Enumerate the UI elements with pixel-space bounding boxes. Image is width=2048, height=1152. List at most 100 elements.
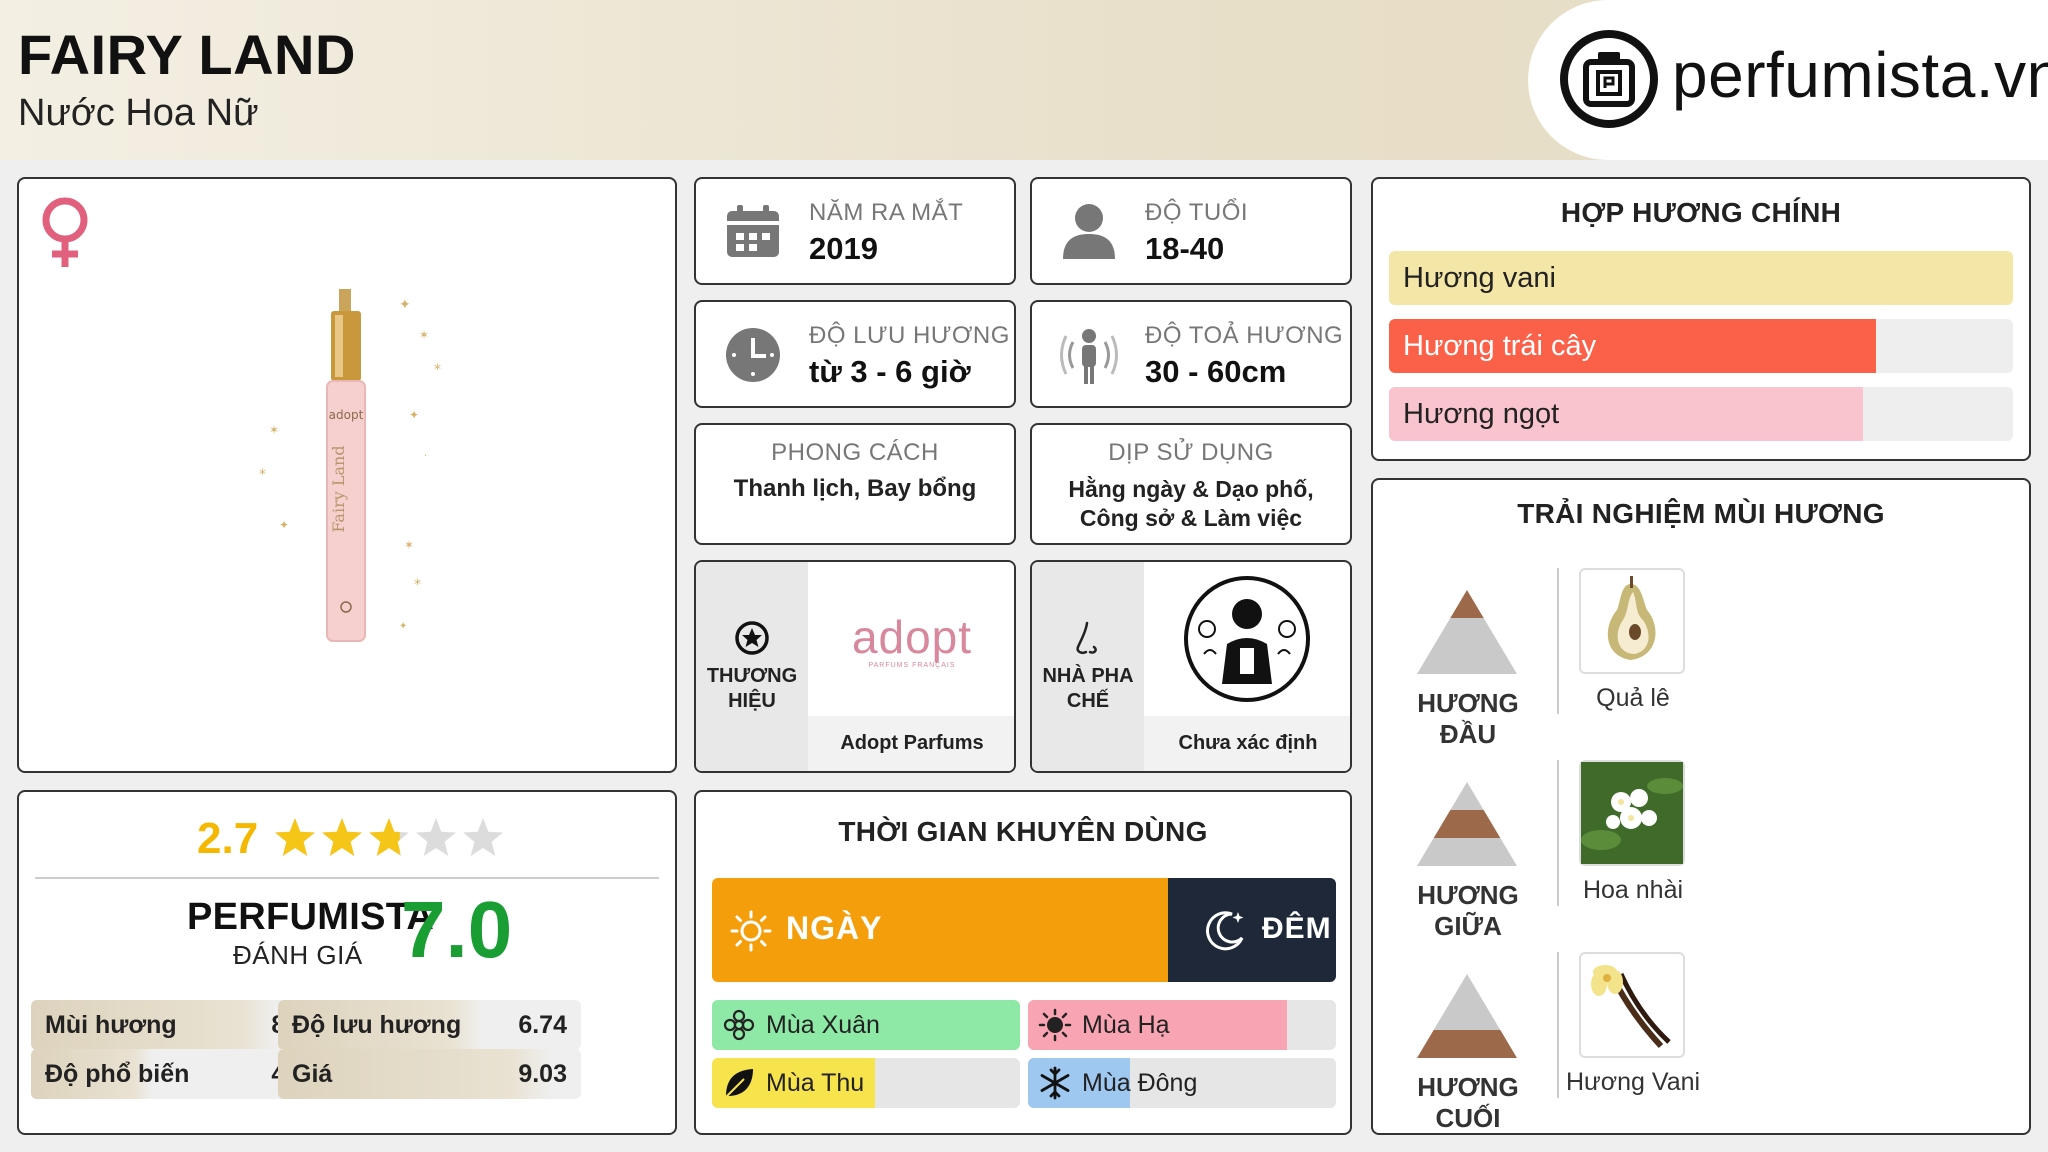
perfumista-score: 7.0 <box>401 885 513 974</box>
night-label: ĐÊM <box>1262 912 1332 945</box>
svg-text:*: * <box>259 467 266 483</box>
release-year-label: NĂM RA MẮT <box>809 199 964 226</box>
evaluate-label: ĐÁNH GIÁ <box>233 940 363 970</box>
longevity-value: từ 3 - 6 giờ <box>809 354 971 389</box>
accord-bar: Hương vani <box>1389 251 2013 305</box>
metric-value: 9.03 <box>518 1059 567 1088</box>
note-tier-label: HƯƠNG CUỐI <box>1417 1072 1519 1133</box>
perfume-bottle-logo-icon <box>1560 30 1658 128</box>
rating-card: 2.7 PERFUMISTA ĐÁNH GIÁ 7.0 Mùi hương8.1… <box>17 790 677 1135</box>
season-bar: Mùa Hạ <box>1028 1000 1336 1050</box>
star-badge-icon <box>735 621 769 655</box>
metric-label: Giá <box>292 1059 333 1088</box>
metric-bar: Độ lưu hương 6.74 <box>278 1000 581 1050</box>
vanilla-icon <box>1579 952 1685 1058</box>
metric-bar: Giá 9.03 <box>278 1049 581 1099</box>
season-bar: Mùa Đông <box>1028 1058 1336 1108</box>
style-tile: PHONG CÁCH Thanh lịch, Bay bổng <box>694 423 1016 545</box>
main-accords-title: HỢP HƯƠNG CHÍNH <box>1560 197 1842 228</box>
accord-label: Hương vani <box>1403 261 1556 294</box>
pear-icon <box>1579 568 1685 674</box>
clock-icon <box>726 328 780 382</box>
svg-text:✶: ✶ <box>269 423 279 437</box>
perfumista-label: PERFUMISTA <box>187 896 435 938</box>
star-empty-icon <box>463 818 503 856</box>
moon-icon <box>1206 911 1244 951</box>
note-name: Hương Vani <box>1565 1068 1701 1096</box>
age-value: 18-40 <box>1145 231 1225 266</box>
svg-text:·: · <box>424 451 427 462</box>
longevity-label: ĐỘ LƯU HƯƠNG <box>809 322 1010 349</box>
release-year-value: 2019 <box>809 231 878 266</box>
perfumer-tile[interactable]: NHÀ PHA CHẾ Chưa xác định <box>1030 560 1352 773</box>
notes-card: TRẢI NGHIỆM MÙI HƯƠNG HƯƠNG ĐẦU Quả lê HƯƠ… <box>1371 478 2031 1135</box>
leaf-icon <box>722 1066 756 1100</box>
female-symbol-icon <box>42 197 88 267</box>
longevity-tile: ĐỘ LƯU HƯƠNG từ 3 - 6 giờ <box>694 300 1016 408</box>
perfume-bottle-image: ✦ ✶ * ✦ · ✶ * ✦ ✶ * ✦ adopt Fairy Land <box>259 289 441 642</box>
svg-text:Fairy Land: Fairy Land <box>329 445 348 532</box>
brand-logo-subtext: PARFUMS FRANÇAIS <box>868 662 956 669</box>
accord-label: Hương trái cây <box>1403 329 1597 362</box>
season-label: Mùa Hạ <box>1082 1010 1170 1039</box>
note-name: Hoa nhài <box>1582 876 1684 904</box>
main-accords-card: HỢP HƯƠNG CHÍNH Hương vani Hương trái cây… <box>1371 177 2031 461</box>
season-label: Mùa Thu <box>766 1068 865 1097</box>
accord-label: Hương ngọt <box>1403 397 1560 430</box>
flower-icon <box>722 1008 756 1042</box>
svg-text:*: * <box>414 577 421 593</box>
day-label: NGÀY <box>786 910 883 946</box>
page-title: FAIRY LAND <box>18 23 356 86</box>
sillage-value: 30 - 60cm <box>1145 354 1287 389</box>
svg-text:✶: ✶ <box>404 538 414 552</box>
night-segment: ĐÊM <box>1168 878 1336 982</box>
note-pyramid-icon <box>1417 974 1517 1058</box>
perfumer-label: NHÀ PHA CHẾ <box>1042 665 1134 712</box>
perfumer-value: Chưa xác định <box>1178 732 1318 754</box>
logo-text: perfumista.vn <box>1672 39 2048 111</box>
occasion-value: Hằng ngày & Dạo phố, Công sở & Làm việc <box>1068 476 1314 531</box>
brand-value: Adopt Parfums <box>840 732 984 754</box>
note-tier-label: HƯƠNG GIỮA <box>1417 880 1519 941</box>
season-bar: Mùa Thu <box>712 1058 1020 1108</box>
sillage-label: ĐỘ TOẢ HƯƠNG <box>1145 322 1344 349</box>
time-of-use-card: THỜI GIAN KHUYÊN DÙNG NGÀY ĐÊM Mùa Xuân M… <box>694 790 1352 1135</box>
svg-text:adopt: adopt <box>329 408 364 422</box>
rating-divider <box>35 877 659 879</box>
nose-icon <box>1076 621 1097 655</box>
season-bar: Mùa Xuân <box>712 1000 1020 1050</box>
sillage-person-icon <box>1060 329 1118 384</box>
svg-text:✶: ✶ <box>419 328 429 342</box>
sillage-tile: ĐỘ TOẢ HƯƠNG 30 - 60cm <box>1030 300 1352 408</box>
season-label: Mùa Đông <box>1082 1068 1198 1097</box>
day-segment: NGÀY <box>712 878 1168 982</box>
metric-value: 6.74 <box>518 1010 567 1039</box>
brand-label: THƯƠNG HIỆU <box>706 665 798 712</box>
page-subtitle: Nước Hoa Nữ <box>18 92 259 134</box>
calendar-icon <box>727 205 779 257</box>
metric-label: Mùi hương <box>45 1010 177 1039</box>
age-tile: ĐỘ TUỔI 18-40 <box>1030 177 1352 285</box>
age-label: ĐỘ TUỔI <box>1145 199 1249 226</box>
occasion-tile: DỊP SỬ DỤNG Hằng ngày & Dạo phố, Công sở… <box>1030 423 1352 545</box>
note-tier-label: HƯƠNG ĐẦU <box>1417 688 1519 749</box>
star-empty-icon <box>416 818 456 856</box>
rating-stars <box>275 818 503 856</box>
note-pyramid-icon <box>1417 782 1517 866</box>
brand-logo: adopt PARFUMS FRANÇAIS <box>808 562 1014 716</box>
accord-bar: Hương trái cây <box>1389 319 2013 373</box>
occasion-label: DỊP SỬ DỤNG <box>1108 439 1274 466</box>
svg-text:✦: ✦ <box>399 621 407 632</box>
time-of-use-title: THỜI GIAN KHUYÊN DÙNG <box>838 816 1208 847</box>
product-image-card: ✦ ✶ * ✦ · ✶ * ✦ ✶ * ✦ adopt Fairy Land <box>17 177 677 773</box>
sun-icon <box>1038 1008 1072 1042</box>
brand-tile[interactable]: THƯƠNG HIỆU adopt PARFUMS FRANÇAIS Adopt… <box>694 560 1016 773</box>
notes-title: TRẢI NGHIỆM MÙI HƯƠNG <box>1517 498 1885 529</box>
metric-label: Độ lưu hương <box>292 1010 462 1039</box>
style-value: Thanh lịch, Bay bổng <box>733 475 977 502</box>
style-label: PHONG CÁCH <box>771 439 939 466</box>
user-icon <box>1063 204 1115 259</box>
star-filled-icon <box>275 818 315 856</box>
perfumer-placeholder-icon <box>1184 576 1310 702</box>
svg-text:✦: ✦ <box>399 297 411 313</box>
